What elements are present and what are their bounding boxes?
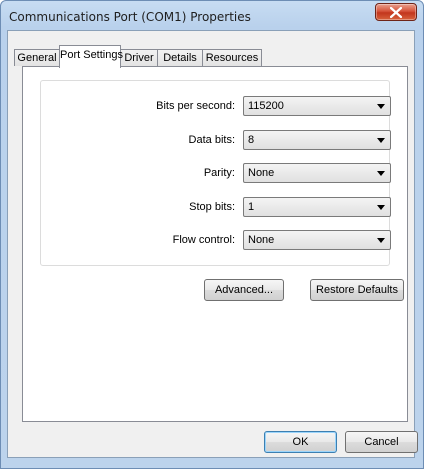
window-title: Communications Port (COM1) Properties [9, 10, 251, 24]
data-bits-dropdown[interactable]: 8 [243, 130, 391, 150]
title-bar[interactable]: Communications Port (COM1) Properties [1, 1, 423, 31]
flow-control-label: Flow control: [172, 234, 235, 246]
parity-label: Parity: [203, 167, 235, 179]
bits-per-second-value: 115200 [248, 100, 284, 112]
parity-dropdown[interactable]: None [243, 163, 391, 183]
advanced-button[interactable]: Advanced... [204, 279, 284, 301]
chevron-down-icon [377, 205, 385, 210]
restore-defaults-button[interactable]: Restore Defaults [310, 279, 404, 301]
bits-per-second-label: Bits per second: [156, 100, 235, 112]
bits-per-second-dropdown[interactable]: 115200 [243, 96, 391, 116]
flow-control-dropdown[interactable]: None [243, 230, 391, 250]
chevron-down-icon [377, 171, 385, 176]
stop-bits-dropdown[interactable]: 1 [243, 197, 391, 217]
chevron-down-icon [377, 238, 385, 243]
stop-bits-value: 1 [248, 201, 255, 213]
close-icon [390, 7, 402, 18]
chevron-down-icon [377, 138, 385, 143]
parity-value: None [248, 167, 275, 179]
port-settings-panel: Bits per second: 115200 Data bits: 8 Par… [22, 66, 408, 422]
ok-button[interactable]: OK [264, 431, 337, 453]
flow-control-value: None [248, 234, 275, 246]
data-bits-label: Data bits: [188, 134, 235, 146]
chevron-down-icon [377, 104, 385, 109]
tab-driver[interactable]: Driver [120, 49, 158, 66]
data-bits-value: 8 [248, 134, 255, 146]
tab-details[interactable]: Details [157, 49, 203, 66]
close-button[interactable] [375, 3, 417, 21]
tab-port-settings[interactable]: Port Settings [59, 45, 123, 68]
cancel-button[interactable]: Cancel [345, 431, 418, 453]
stop-bits-label: Stop bits: [189, 201, 235, 213]
tab-general[interactable]: General [14, 49, 60, 66]
tab-resources[interactable]: Resources [202, 49, 262, 66]
